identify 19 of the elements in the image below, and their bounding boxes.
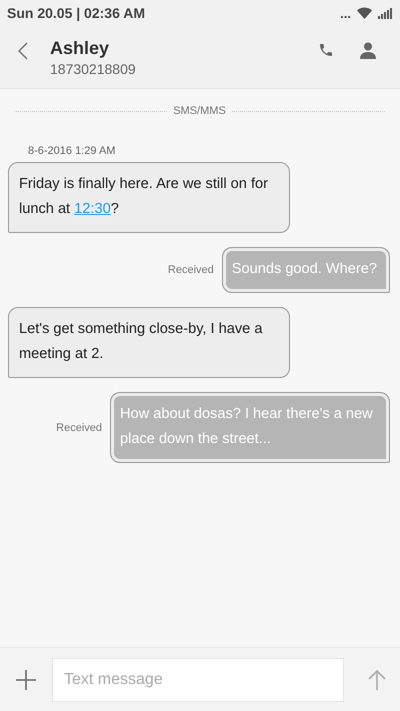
received-message-bubble: Friday is finally here. Are we still on for lunch at 12:30? <box>8 162 290 233</box>
status-time: Sun 20.05 | 02:36 AM <box>7 5 146 21</box>
received-message-bubble: Let's get something close-by, I have a meeting at 2. <box>8 307 290 378</box>
wifi-icon <box>357 7 372 19</box>
back-icon[interactable] <box>18 42 28 60</box>
add-icon[interactable] <box>16 670 36 690</box>
section-label: SMS/MMS <box>173 105 226 117</box>
signal-icon <box>378 8 392 18</box>
message-timestamp: 8-6-2016 1:29 AM <box>28 145 116 157</box>
delivery-status: Received <box>56 422 102 434</box>
sent-message-bubble: Sounds good. Where? <box>222 247 390 293</box>
contact-name: Ashley <box>50 38 110 59</box>
contact-icon[interactable] <box>358 40 378 61</box>
contact-number: 18730218809 <box>50 61 137 77</box>
status-dots: ... <box>340 6 351 20</box>
sent-message-bubble: How about dosas? I hear there's a new place down the street... <box>110 392 390 463</box>
time-link[interactable]: 12:30 <box>74 201 111 217</box>
message-input[interactable]: Text message <box>52 658 344 702</box>
delivery-status: Received <box>168 264 214 276</box>
